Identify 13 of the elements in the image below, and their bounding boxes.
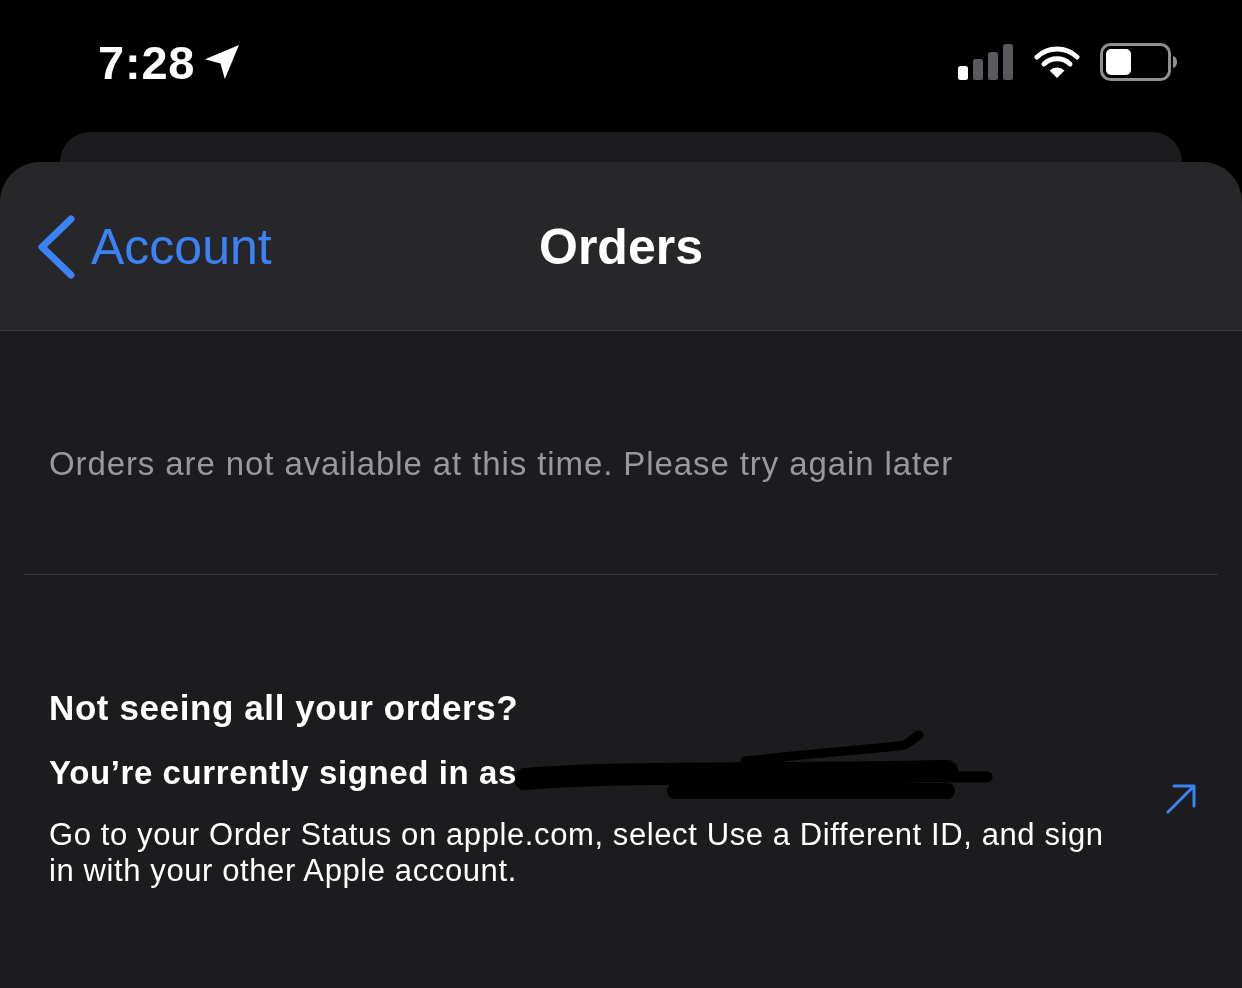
status-time: 7:28 [98,38,196,86]
wifi-icon [1034,45,1080,79]
battery-icon [1100,43,1178,81]
back-button[interactable]: Account [36,214,272,279]
page-title: Orders [539,221,703,272]
cellular-signal-icon [958,44,1014,80]
arrow-up-right-icon[interactable] [1166,784,1196,814]
unavailable-message: Orders are not available at this time. Please try again later [49,444,955,484]
location-arrow-icon [205,45,240,79]
chevron-left-icon [36,214,76,279]
signed-in-label: You’re currently signed in as [49,754,517,791]
help-instructions: Go to your Order Status on apple.com, select Use a Different ID, and sign in with your other Apple account. [49,817,1105,889]
help-heading: Not seeing all your orders? [49,687,520,729]
